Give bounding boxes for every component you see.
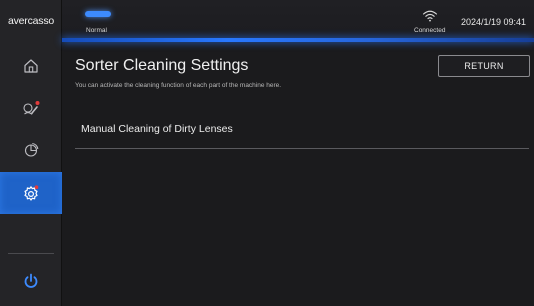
sidebar-item-settings[interactable]	[0, 172, 62, 214]
return-button[interactable]: RETURN	[438, 55, 530, 77]
sorter-screen: avercasso Normal Connected 2024/1/19 09:…	[0, 0, 534, 306]
option-label: Manual Cleaning of Dirty Lenses	[81, 123, 233, 135]
machine-status-indicator	[85, 11, 111, 17]
power-icon	[22, 272, 40, 290]
gear-icon	[21, 183, 41, 203]
page-description: You can activate the cleaning function o…	[75, 82, 282, 89]
sidebar: avercasso	[0, 0, 62, 306]
sidebar-item-home[interactable]	[0, 45, 62, 87]
sidebar-item-ai-recognition[interactable]	[0, 87, 62, 129]
sidebar-item-power[interactable]	[0, 260, 62, 302]
page-title: Sorter Cleaning Settings	[75, 57, 249, 74]
network-status-label: Connected	[414, 27, 446, 34]
brand-logo: avercasso	[7, 15, 55, 27]
option-manual-lens-cleaning[interactable]: Manual Cleaning of Dirty Lenses	[75, 110, 529, 148]
row-divider	[75, 148, 529, 149]
datetime-display: 2024/1/19 09:41	[461, 17, 527, 27]
sidebar-divider	[8, 253, 54, 254]
machine-status-label: Normal	[86, 27, 107, 34]
wifi-icon	[422, 9, 438, 28]
home-icon	[22, 57, 40, 75]
ai-brush-icon	[21, 99, 41, 117]
sidebar-item-statistics[interactable]	[0, 129, 62, 171]
pie-chart-icon	[22, 141, 40, 159]
status-bar-glow	[62, 38, 534, 42]
